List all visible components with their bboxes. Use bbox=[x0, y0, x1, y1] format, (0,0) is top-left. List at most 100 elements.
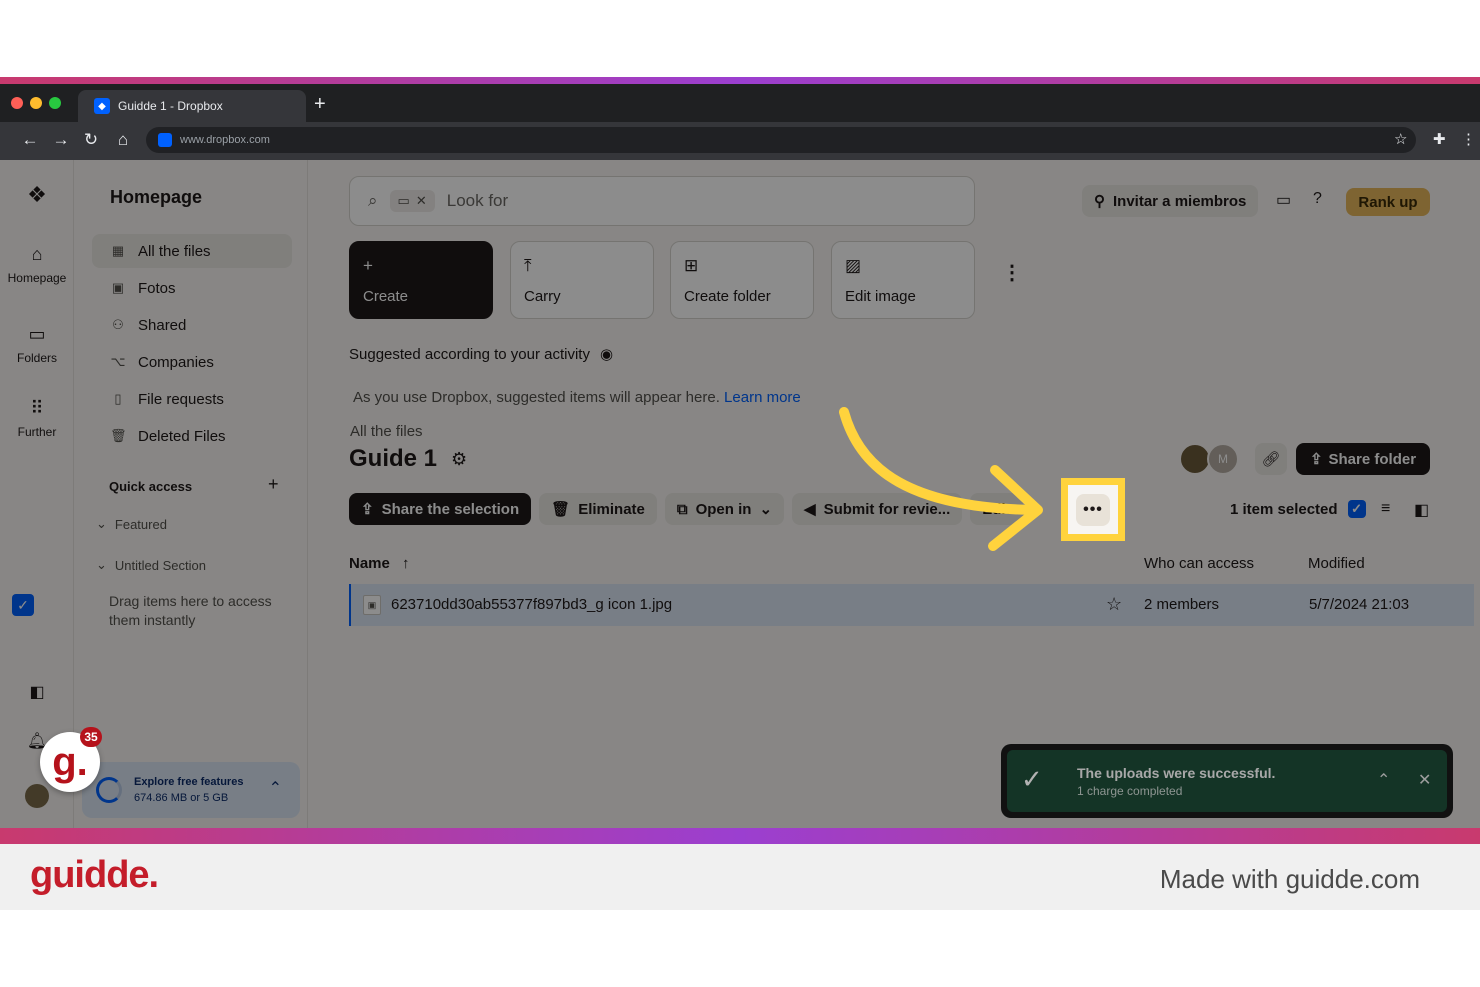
table-row[interactable]: ▣ 623710dd30ab55377f897bd3_g icon 1.jpg … bbox=[349, 584, 1474, 626]
rail-item-homepage[interactable]: ⌂ Homepage bbox=[0, 244, 74, 285]
sidebar-item-file-requests[interactable]: ▯ File requests bbox=[92, 382, 292, 416]
share-icon: ⇪ bbox=[361, 501, 374, 518]
rank-up-button[interactable]: Rank up bbox=[1346, 188, 1430, 216]
minimize-window-dot[interactable] bbox=[30, 97, 42, 109]
notification-count-badge: 35 bbox=[80, 727, 102, 747]
sidebar-item-shared[interactable]: ⚇ Shared bbox=[92, 308, 292, 342]
share-folder-button[interactable]: ⇪ Share folder bbox=[1296, 443, 1430, 475]
suggested-info-text: As you use Dropbox, suggested items will… bbox=[353, 389, 720, 406]
modified-column-header: Modified bbox=[1308, 555, 1365, 572]
home-icon: ⌂ bbox=[31, 244, 43, 264]
chevron-down-icon: ⌄ bbox=[96, 516, 107, 531]
edit-image-icon: ▨ bbox=[845, 256, 862, 275]
grid-icon: ⠿ bbox=[30, 398, 44, 418]
title-bar: ◆ Guidde 1 - Dropbox + bbox=[0, 84, 1480, 122]
create-folder-button[interactable]: ⊞ Create folder bbox=[670, 241, 814, 319]
sidebar-item-fotos[interactable]: ▣ Fotos bbox=[92, 271, 292, 305]
edit-image-button[interactable]: ▨ Edit image bbox=[831, 241, 975, 319]
extensions-icon[interactable]: ✚ bbox=[1433, 130, 1446, 148]
suggested-info: As you use Dropbox, suggested items will… bbox=[353, 389, 801, 406]
create-button[interactable]: + Create bbox=[349, 241, 493, 319]
search-icon: ⌕ bbox=[368, 191, 378, 210]
sidebar-item-companies[interactable]: ⌥ Companies bbox=[92, 345, 292, 379]
collapse-sidebar-icon[interactable]: ◧ bbox=[0, 682, 74, 702]
rail-item-folders[interactable]: ▭ Folders bbox=[0, 324, 74, 365]
browser-toolbar: ← → ↻ ⌂ www.dropbox.com ☆ ✚ ⋮ bbox=[0, 122, 1480, 160]
file-access: 2 members bbox=[1144, 596, 1220, 613]
storage-title: Explore free features bbox=[134, 776, 244, 788]
new-tab-icon[interactable]: + bbox=[314, 94, 326, 114]
breadcrumb[interactable]: All the files bbox=[350, 423, 423, 440]
footer: guidde. Made with guidde.com bbox=[0, 844, 1480, 910]
star-icon[interactable]: ☆ bbox=[1106, 594, 1122, 615]
name-column-header[interactable]: Name ↑ bbox=[349, 555, 410, 572]
rail-item-further[interactable]: ⠿ Further bbox=[0, 398, 74, 439]
storage-usage: 674.86 MB or 5 GB bbox=[134, 792, 229, 804]
close-icon[interactable]: ✕ bbox=[1418, 770, 1431, 790]
sidebar-item-label: Deleted Files bbox=[138, 427, 226, 445]
panel-toggle-icon[interactable]: ◧ bbox=[1414, 500, 1429, 520]
desktop-icon[interactable]: ▭ bbox=[1276, 190, 1291, 210]
carry-button[interactable]: ⤒ Carry bbox=[510, 241, 654, 319]
dropbox-logo-icon[interactable]: ❖ bbox=[0, 182, 74, 208]
more-actions-icon[interactable]: ⋮ bbox=[1002, 263, 1022, 283]
files-icon: ▦ bbox=[111, 243, 125, 258]
invite-label: Invitar a miembros bbox=[1113, 192, 1247, 210]
share-selection-button[interactable]: ⇪ Share the selection bbox=[349, 493, 532, 525]
storage-widget[interactable]: Explore free features 674.86 MB or 5 GB … bbox=[82, 762, 300, 818]
chevron-down-icon: ⌄ bbox=[96, 557, 107, 572]
chevron-up-icon[interactable]: ⌃ bbox=[1377, 770, 1390, 790]
bookmark-star-icon[interactable]: ☆ bbox=[1394, 130, 1407, 148]
selected-count-text: 1 item selected bbox=[1230, 500, 1338, 518]
folder-icon: ▭ bbox=[397, 193, 410, 208]
link-icon[interactable]: 🔗︎ bbox=[1255, 443, 1287, 475]
eye-icon[interactable]: ◉ bbox=[600, 345, 613, 363]
new-folder-icon: ⊞ bbox=[684, 256, 699, 275]
share-icon: ⇪ bbox=[1309, 451, 1323, 468]
eliminate-button[interactable]: 🗑︎ Eliminate bbox=[539, 493, 657, 525]
member-avatars[interactable]: M bbox=[1179, 443, 1239, 475]
learn-more-link[interactable]: Learn more bbox=[724, 389, 801, 406]
quick-access-heading: Quick access bbox=[109, 479, 193, 494]
sidebar-item-label: File requests bbox=[138, 390, 224, 408]
selected-count: 1 item selected ✓ bbox=[1230, 500, 1366, 518]
upload-toast: ✓ The uploads were successful. 1 charge … bbox=[1001, 744, 1453, 818]
gear-icon[interactable]: ⚙ bbox=[451, 449, 467, 470]
search-input[interactable]: ⌕ ▭ ✕ Look for bbox=[349, 176, 975, 226]
maximize-window-dot[interactable] bbox=[49, 97, 61, 109]
chevron-up-icon[interactable]: ⌃ bbox=[269, 778, 282, 798]
back-icon[interactable]: ← bbox=[19, 130, 41, 150]
url-text: www.dropbox.com bbox=[180, 134, 270, 146]
invite-members-button[interactable]: ⚲ Invitar a miembros bbox=[1082, 185, 1259, 217]
address-bar[interactable]: www.dropbox.com bbox=[146, 127, 1416, 153]
dropbox-favicon-icon: ◆ bbox=[94, 98, 110, 114]
browser-tab[interactable]: ◆ Guidde 1 - Dropbox bbox=[78, 90, 306, 122]
browser-menu-icon[interactable]: ⋮ bbox=[1461, 130, 1476, 148]
select-all-checkbox[interactable]: ✓ bbox=[1347, 500, 1366, 518]
made-with-text: Made with guidde.com bbox=[1159, 864, 1420, 894]
carry-label: Carry bbox=[524, 288, 561, 305]
help-icon[interactable]: ? bbox=[1313, 190, 1322, 208]
forward-icon[interactable]: → bbox=[50, 130, 72, 150]
folder-filter-chip[interactable]: ▭ ✕ bbox=[389, 190, 435, 212]
featured-toggle[interactable]: ⌄ Featured bbox=[96, 516, 167, 532]
close-window-dot[interactable] bbox=[11, 97, 23, 109]
check-icon: ✓ bbox=[1021, 764, 1043, 794]
reload-icon[interactable]: ↻ bbox=[80, 130, 102, 150]
untitled-section-toggle[interactable]: ⌄ Untitled Section bbox=[96, 557, 206, 573]
file-name[interactable]: 623710dd30ab55377f897bd3_g icon 1.jpg bbox=[391, 596, 672, 613]
sidebar-item-all-files[interactable]: ▦ All the files bbox=[92, 234, 292, 268]
list-view-icon[interactable]: ≡ bbox=[1381, 500, 1390, 518]
more-options-button[interactable]: ••• bbox=[1076, 493, 1110, 526]
add-quick-access-icon[interactable]: + bbox=[268, 474, 279, 495]
home-browser-icon[interactable]: ⌂ bbox=[112, 130, 134, 150]
close-icon[interactable]: ✕ bbox=[416, 193, 427, 209]
eliminate-label: Eliminate bbox=[578, 500, 645, 518]
drag-hint: Drag items here to access them instantly bbox=[109, 593, 272, 628]
row-checkbox[interactable]: ✓ bbox=[12, 594, 34, 616]
browser-window: ◆ Guidde 1 - Dropbox + ← → ↻ ⌂ www.dropb… bbox=[0, 84, 1480, 828]
edit-image-label: Edit image bbox=[845, 288, 916, 305]
untitled-section-label: Untitled Section bbox=[114, 557, 206, 573]
open-in-button[interactable]: ⧉ Open in ⌄ bbox=[664, 493, 785, 525]
sidebar-item-deleted-files[interactable]: 🗑︎ Deleted Files bbox=[92, 419, 292, 453]
